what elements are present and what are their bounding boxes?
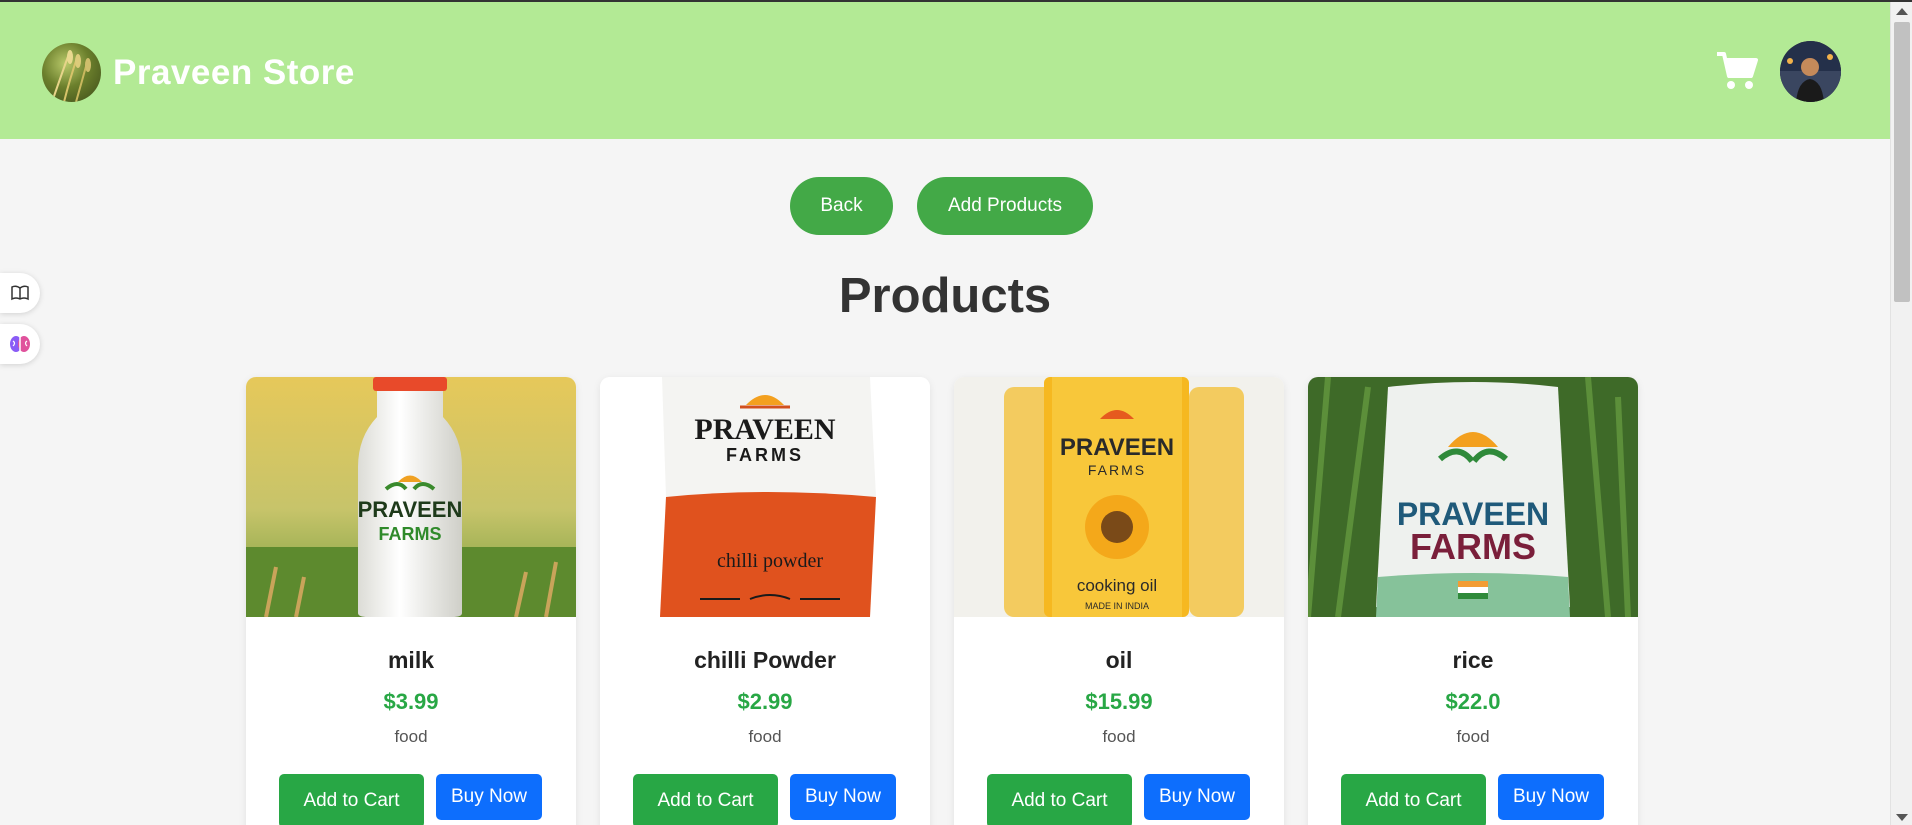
product-category: food xyxy=(1102,727,1136,746)
product-card: PRAVEEN FARMS chilli powder chilli Powde… xyxy=(600,377,930,825)
card-actions: Add to Cart Buy Now xyxy=(279,774,542,825)
add-to-cart-button[interactable]: Add to Cart xyxy=(987,774,1132,825)
rice-bag-image[interactable]: PRAVEEN FARMS xyxy=(1308,377,1638,617)
product-category: food xyxy=(394,727,428,746)
scroll-up-icon[interactable] xyxy=(1896,8,1908,15)
chilli-brand-line1: PRAVEEN xyxy=(694,413,835,446)
brain-icon[interactable] xyxy=(0,324,40,364)
buy-now-button[interactable]: Buy Now xyxy=(1144,774,1250,820)
user-avatar[interactable] xyxy=(1780,41,1841,102)
product-card: PRAVEEN FARMS cooking oil MADE IN INDIA … xyxy=(954,377,1284,825)
oil-brand-line2: FARMS xyxy=(1088,462,1146,478)
product-price: $3.99 xyxy=(383,689,439,714)
cooking-oil-image[interactable]: PRAVEEN FARMS cooking oil MADE IN INDIA xyxy=(954,377,1284,617)
product-card: PRAVEEN FARMS milk $3.99 food Add to Car… xyxy=(246,377,576,825)
product-name: rice xyxy=(1452,647,1494,673)
product-name: milk xyxy=(387,647,435,673)
milk-brand-line1: PRAVEEN xyxy=(358,497,463,522)
milk-brand-line2: FARMS xyxy=(379,524,442,544)
top-header: Praveen Store xyxy=(0,2,1890,139)
top-actions: Back Add Products xyxy=(790,177,1093,235)
milk-bottle-image[interactable]: PRAVEEN FARMS xyxy=(246,377,576,617)
oil-jar-label: cooking oil xyxy=(1077,576,1157,595)
product-name: chilli Powder xyxy=(694,647,836,673)
add-to-cart-button[interactable]: Add to Cart xyxy=(633,774,778,825)
buy-now-button[interactable]: Buy Now xyxy=(790,774,896,820)
back-button[interactable]: Back xyxy=(790,177,893,235)
card-actions: Add to Cart Buy Now xyxy=(633,774,896,825)
brand-title: Praveen Store xyxy=(113,52,355,92)
product-price: $2.99 xyxy=(737,689,793,714)
add-to-cart-button[interactable]: Add to Cart xyxy=(1341,774,1486,825)
buy-now-button[interactable]: Buy Now xyxy=(1498,774,1604,820)
add-to-cart-button[interactable]: Add to Cart xyxy=(279,774,424,825)
product-price: $15.99 xyxy=(1085,689,1153,714)
shopping-cart-icon[interactable] xyxy=(1715,48,1759,92)
scroll-down-icon[interactable] xyxy=(1896,814,1908,821)
card-actions: Add to Cart Buy Now xyxy=(987,774,1250,825)
buy-now-button[interactable]: Buy Now xyxy=(436,774,542,820)
oil-brand-line1: PRAVEEN xyxy=(1060,434,1174,461)
oil-jar-sublabel: MADE IN INDIA xyxy=(1085,601,1149,611)
product-price: $22.0 xyxy=(1445,689,1501,714)
chilli-powder-image[interactable]: PRAVEEN FARMS chilli powder xyxy=(600,377,930,617)
wheat-field-logo-icon xyxy=(42,43,101,102)
scroll-thumb[interactable] xyxy=(1894,22,1910,302)
rice-brand-line2: FARMS xyxy=(1410,526,1536,567)
product-card: PRAVEEN FARMS rice $22.0 food Add to Car… xyxy=(1308,377,1638,825)
vertical-scrollbar[interactable] xyxy=(1890,2,1912,825)
brand[interactable]: Praveen Store xyxy=(42,43,355,102)
card-actions: Add to Cart Buy Now xyxy=(1341,774,1604,825)
product-category: food xyxy=(748,727,782,746)
page-title: Products xyxy=(838,269,1052,323)
add-products-button[interactable]: Add Products xyxy=(917,177,1093,235)
product-name: oil xyxy=(1105,647,1133,673)
product-grid: PRAVEEN FARMS milk $3.99 food Add to Car… xyxy=(246,377,1638,825)
product-category: food xyxy=(1456,727,1490,746)
chilli-brand-line2: FARMS xyxy=(726,445,804,465)
chilli-pack-label: chilli powder xyxy=(717,550,823,572)
